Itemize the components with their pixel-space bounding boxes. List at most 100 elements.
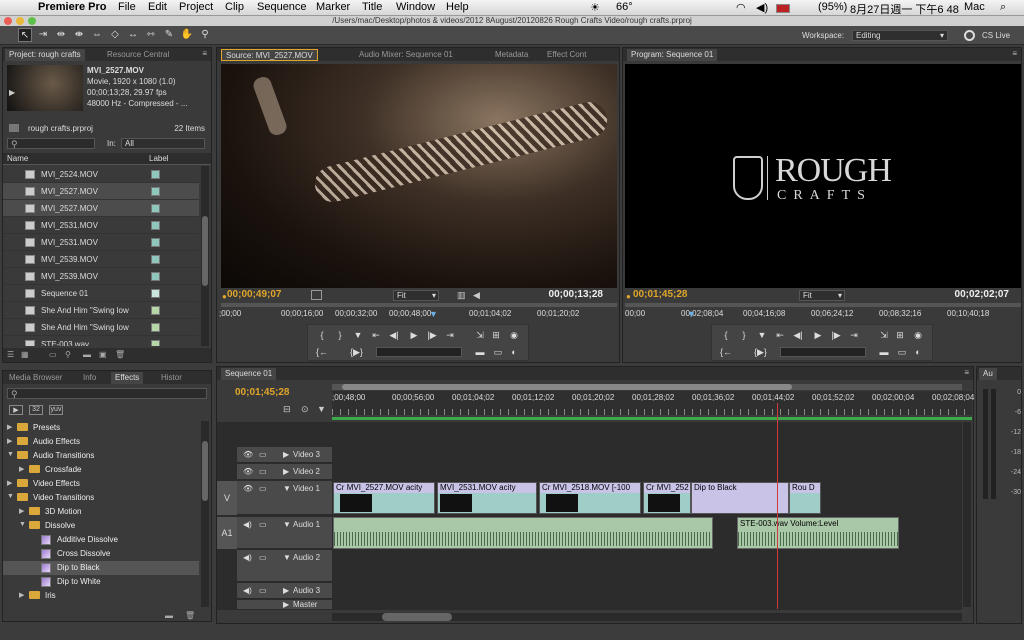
project-item[interactable]: MVI_2539.MOV [3,268,199,285]
delete-icon[interactable]: 🗑 [115,350,125,359]
32-bit-effects-icon[interactable]: 32 [29,405,43,415]
go-to-prev-edit-icon[interactable]: {← [720,346,732,358]
go-to-out-icon[interactable]: ⇥ [848,329,860,341]
multi-camera-icon[interactable]: ▭ [896,346,908,358]
collapse-arrow-icon[interactable]: ▼ [283,484,291,493]
in-filter-dropdown[interactable]: All [121,138,205,149]
accelerated-effects-icon[interactable]: ▶ [9,405,23,415]
collapse-arrow-icon[interactable]: ▼ [19,521,26,528]
effects-folder[interactable]: ▶ Audio Effects [3,435,199,449]
timeline-playhead[interactable] [777,403,778,609]
button-editor-icon[interactable]: ▬ [474,346,486,358]
menu-project[interactable]: Project [179,1,213,13]
project-search-input[interactable]: ⚲ [7,138,95,149]
program-zoom-bar[interactable] [625,303,1021,307]
lock-icon[interactable]: ▭ [259,553,267,562]
ripple-edit-tool-icon[interactable]: ⇹ [54,28,68,42]
go-to-prev-marker-icon[interactable]: {← [316,346,328,358]
tab-effect-controls[interactable]: Effect Cont [543,49,590,61]
new-bin-icon[interactable]: ▬ [83,350,91,359]
menu-marker[interactable]: Marker [316,1,350,13]
project-item[interactable]: She And Him "Swing low [3,302,199,319]
project-item[interactable]: MVI_2531.MOV [3,234,199,251]
expand-arrow-icon[interactable]: ▶ [283,586,289,595]
video-clip[interactable]: MVI_2531.MOV acity [437,482,537,514]
snap-icon[interactable]: ⊟ [283,404,291,415]
mark-in-icon[interactable]: { [316,329,328,341]
timeline-ruler[interactable]: ;00;48;00 00;00;56;00 00;01;04;02 00;01;12;… [332,391,974,415]
tab-audio-meters[interactable]: Au [979,368,997,380]
panel-menu-icon[interactable]: ≡ [964,368,969,377]
export-frame-icon[interactable]: ◉ [912,329,924,341]
tab-media-browser[interactable]: Media Browser [5,372,66,384]
lock-icon[interactable]: ▭ [259,450,267,459]
effects-folder[interactable]: ▼ Audio Transitions [3,449,199,463]
menu-sequence[interactable]: Sequence [257,1,307,13]
pen-tool-icon[interactable]: ✎ [162,28,176,42]
collapse-arrow-icon[interactable]: ▼ [283,553,291,562]
eye-icon[interactable]: 👁 [243,484,253,493]
automate-icon[interactable]: ▭ [49,350,57,359]
project-item[interactable]: MVI_2539.MOV [3,251,199,268]
transition-clip[interactable]: Dip to Black [691,482,789,514]
source-track-v[interactable]: V [217,481,237,515]
mark-out-icon[interactable]: } [738,329,750,341]
effect-item[interactable]: Additive Dissolve [3,533,199,547]
tab-metadata[interactable]: Metadata [491,49,532,61]
menu-clip[interactable]: Clip [225,1,244,13]
slip-tool-icon[interactable]: ↔ [126,28,140,42]
video-clip[interactable]: Cr MVI_2527.MOV acity [333,482,435,514]
battery-status[interactable]: (95%) [818,1,847,13]
lock-icon[interactable]: ▭ [259,467,267,476]
menu-edit[interactable]: Edit [148,1,167,13]
trim-icon[interactable]: ▭ [492,346,504,358]
video-clip[interactable]: Cr MVI_2518.MOV [-100 [539,482,641,514]
step-back-icon[interactable]: ◀| [792,329,804,341]
zoom-window-button[interactable] [28,17,36,25]
video-clip[interactable]: Cr MVI_252 [643,482,691,514]
timeline-timecode[interactable]: 00;01;45;28 [235,387,289,398]
audio-waveform-icon[interactable]: ◀ [473,290,480,301]
panel-menu-icon[interactable]: ≡ [202,49,207,58]
insert-icon[interactable]: ⇲ [474,329,486,341]
jog-shuttle[interactable] [376,347,462,357]
source-playhead[interactable]: ▼ [429,309,438,319]
project-item[interactable]: She And Him "Swing low [3,319,199,336]
expand-arrow-icon[interactable]: ▶ [283,467,289,476]
close-window-button[interactable] [4,17,12,25]
loop-icon[interactable]: {▶} [350,346,363,358]
effect-item[interactable]: Dip to White [3,575,199,589]
go-to-in-icon[interactable]: ⇤ [774,329,786,341]
collapse-arrow-icon[interactable]: ▼ [7,493,14,500]
flag-icon[interactable] [776,4,790,13]
menu-window[interactable]: Window [396,1,435,13]
step-forward-icon[interactable]: |▶ [830,329,842,341]
set-marker-icon[interactable]: ⊙ [301,404,309,415]
video-clip[interactable]: Rou D [789,482,821,514]
effects-folder[interactable]: ▶ Crossfade [3,463,199,477]
effect-item[interactable]: Cross Dissolve [3,547,199,561]
tab-program[interactable]: Program: Sequence 01 [627,49,718,61]
effects-folder[interactable]: ▶ Video Effects [3,477,199,491]
speaker-icon[interactable]: ◀) [243,520,252,529]
go-to-out-icon[interactable]: ⇥ [444,329,456,341]
settings-icon[interactable]: ◐ [912,346,924,358]
safe-margins-icon[interactable] [311,290,322,300]
expand-arrow-icon[interactable]: ▶ [7,479,12,487]
tab-audio-mixer[interactable]: Audio Mixer: Sequence 01 [355,49,457,61]
timeline-zoom-bar[interactable] [332,384,962,390]
rolling-edit-tool-icon[interactable]: ⇼ [72,28,86,42]
tab-info[interactable]: Info [79,372,100,384]
source-fit-dropdown[interactable]: Fit ▾ [393,290,439,301]
audio-clip[interactable] [333,517,713,549]
minimize-window-button[interactable] [16,17,24,25]
expand-arrow-icon[interactable]: ▶ [19,465,24,473]
step-forward-icon[interactable]: |▶ [426,329,438,341]
add-marker-icon[interactable]: ▼ [352,329,364,341]
user-name[interactable]: Mac [964,1,985,13]
project-item[interactable]: STE-003.wav [3,336,199,346]
jog-shuttle[interactable] [780,347,866,357]
go-to-in-icon[interactable]: ⇤ [370,329,382,341]
app-menu[interactable]: Premiere Pro [38,1,106,13]
find-icon[interactable]: ⚲ [65,350,71,359]
